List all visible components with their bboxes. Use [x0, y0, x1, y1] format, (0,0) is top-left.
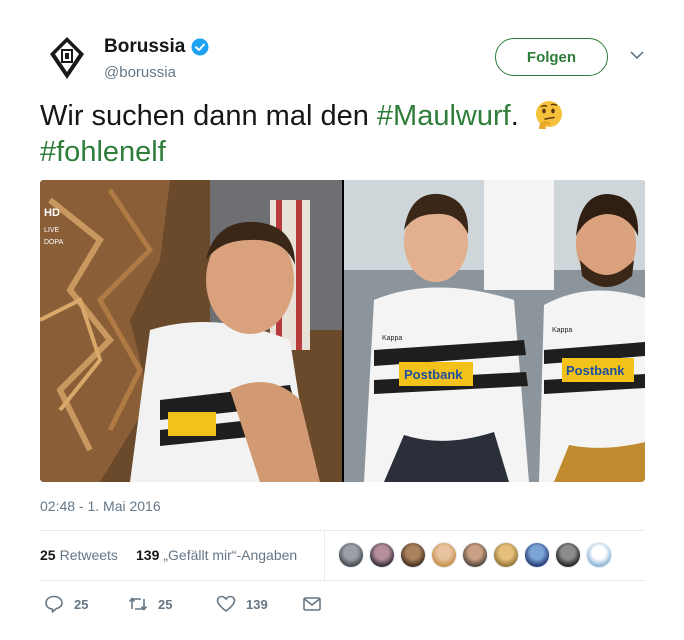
retweets-label: Retweets: [59, 547, 118, 563]
envelope-icon: [303, 597, 321, 611]
shirt-brand-left: Kappa: [382, 335, 402, 342]
likes-label: „Gefällt mir“-Angaben: [163, 547, 298, 563]
user-handle[interactable]: @borussia: [104, 64, 176, 81]
liker-avatars: [338, 542, 612, 568]
liker-avatar[interactable]: [493, 542, 519, 568]
photo-players-in-kit[interactable]: Postbank Kappa Postbank Kappa: [344, 180, 645, 482]
liker-avatar[interactable]: [555, 542, 581, 568]
like-count: 139: [246, 596, 268, 612]
tweet-period: .: [510, 100, 519, 132]
hashtag-maulwurf[interactable]: #Maulwurf: [377, 100, 511, 132]
follow-button[interactable]: Folgen: [495, 38, 608, 76]
shirt-brand-right: Kappa: [552, 327, 572, 334]
reply-button[interactable]: 25: [44, 594, 88, 614]
borussia-logo-avatar[interactable]: [48, 36, 86, 80]
liker-avatar[interactable]: [524, 542, 550, 568]
shirt-sponsor-right: Postbank: [566, 363, 625, 378]
chevron-down-icon[interactable]: [630, 50, 644, 60]
tv-overlay-live: LIVE: [44, 227, 60, 234]
tweet-timestamp[interactable]: 02:48 - 1. Mai 2016: [40, 498, 161, 514]
reply-icon: [45, 595, 63, 613]
liker-avatar[interactable]: [338, 542, 364, 568]
stats-divider-top: [40, 530, 645, 531]
display-name[interactable]: Borussia: [104, 36, 185, 58]
thinking-face-icon: [535, 101, 562, 129]
direct-message-button[interactable]: [302, 594, 322, 614]
liker-avatar[interactable]: [400, 542, 426, 568]
retweet-button[interactable]: 25: [128, 594, 172, 614]
heart-icon: [216, 595, 236, 612]
liker-avatar[interactable]: [431, 542, 457, 568]
liker-avatar[interactable]: [369, 542, 395, 568]
photo-fan-in-stands[interactable]: HD LIVE DOPA: [40, 180, 342, 482]
tweet-stats: 25 Retweets 139 „Gefällt mir“-Angaben: [40, 530, 645, 582]
tweet-header: Borussia @borussia Folgen: [40, 30, 650, 90]
retweets-stat[interactable]: 25 Retweets: [40, 547, 118, 563]
liker-avatar[interactable]: [586, 542, 612, 568]
retweet-count: 25: [158, 596, 173, 612]
likes-stat[interactable]: 139 „Gefällt mir“-Angaben: [136, 547, 297, 563]
retweets-count: 25: [40, 547, 56, 563]
tweet-media[interactable]: HD LIVE DOPA Postbank Kappa Postbank Kap…: [40, 180, 645, 482]
retweet-icon: [128, 597, 148, 611]
stats-divider-bottom: [40, 580, 645, 581]
hashtag-fohlenelf[interactable]: #fohlenelf: [40, 136, 166, 168]
tv-overlay-hd: HD: [44, 207, 60, 219]
like-button[interactable]: 139: [216, 594, 268, 614]
reply-count: 25: [74, 596, 89, 612]
stats-separator: [324, 530, 325, 582]
tweet-text-plain: Wir suchen dann mal den: [40, 100, 369, 132]
liker-avatar[interactable]: [462, 542, 488, 568]
tv-overlay-dopa: DOPA: [44, 239, 64, 246]
tweet-text: Wir suchen dann mal den #Maulwurf. #fohl…: [40, 98, 640, 170]
tweet-actions: 25 25 139: [40, 594, 645, 618]
shirt-sponsor-left: Postbank: [404, 367, 463, 382]
likes-count: 139: [136, 547, 160, 563]
verified-badge-icon: [191, 38, 209, 56]
